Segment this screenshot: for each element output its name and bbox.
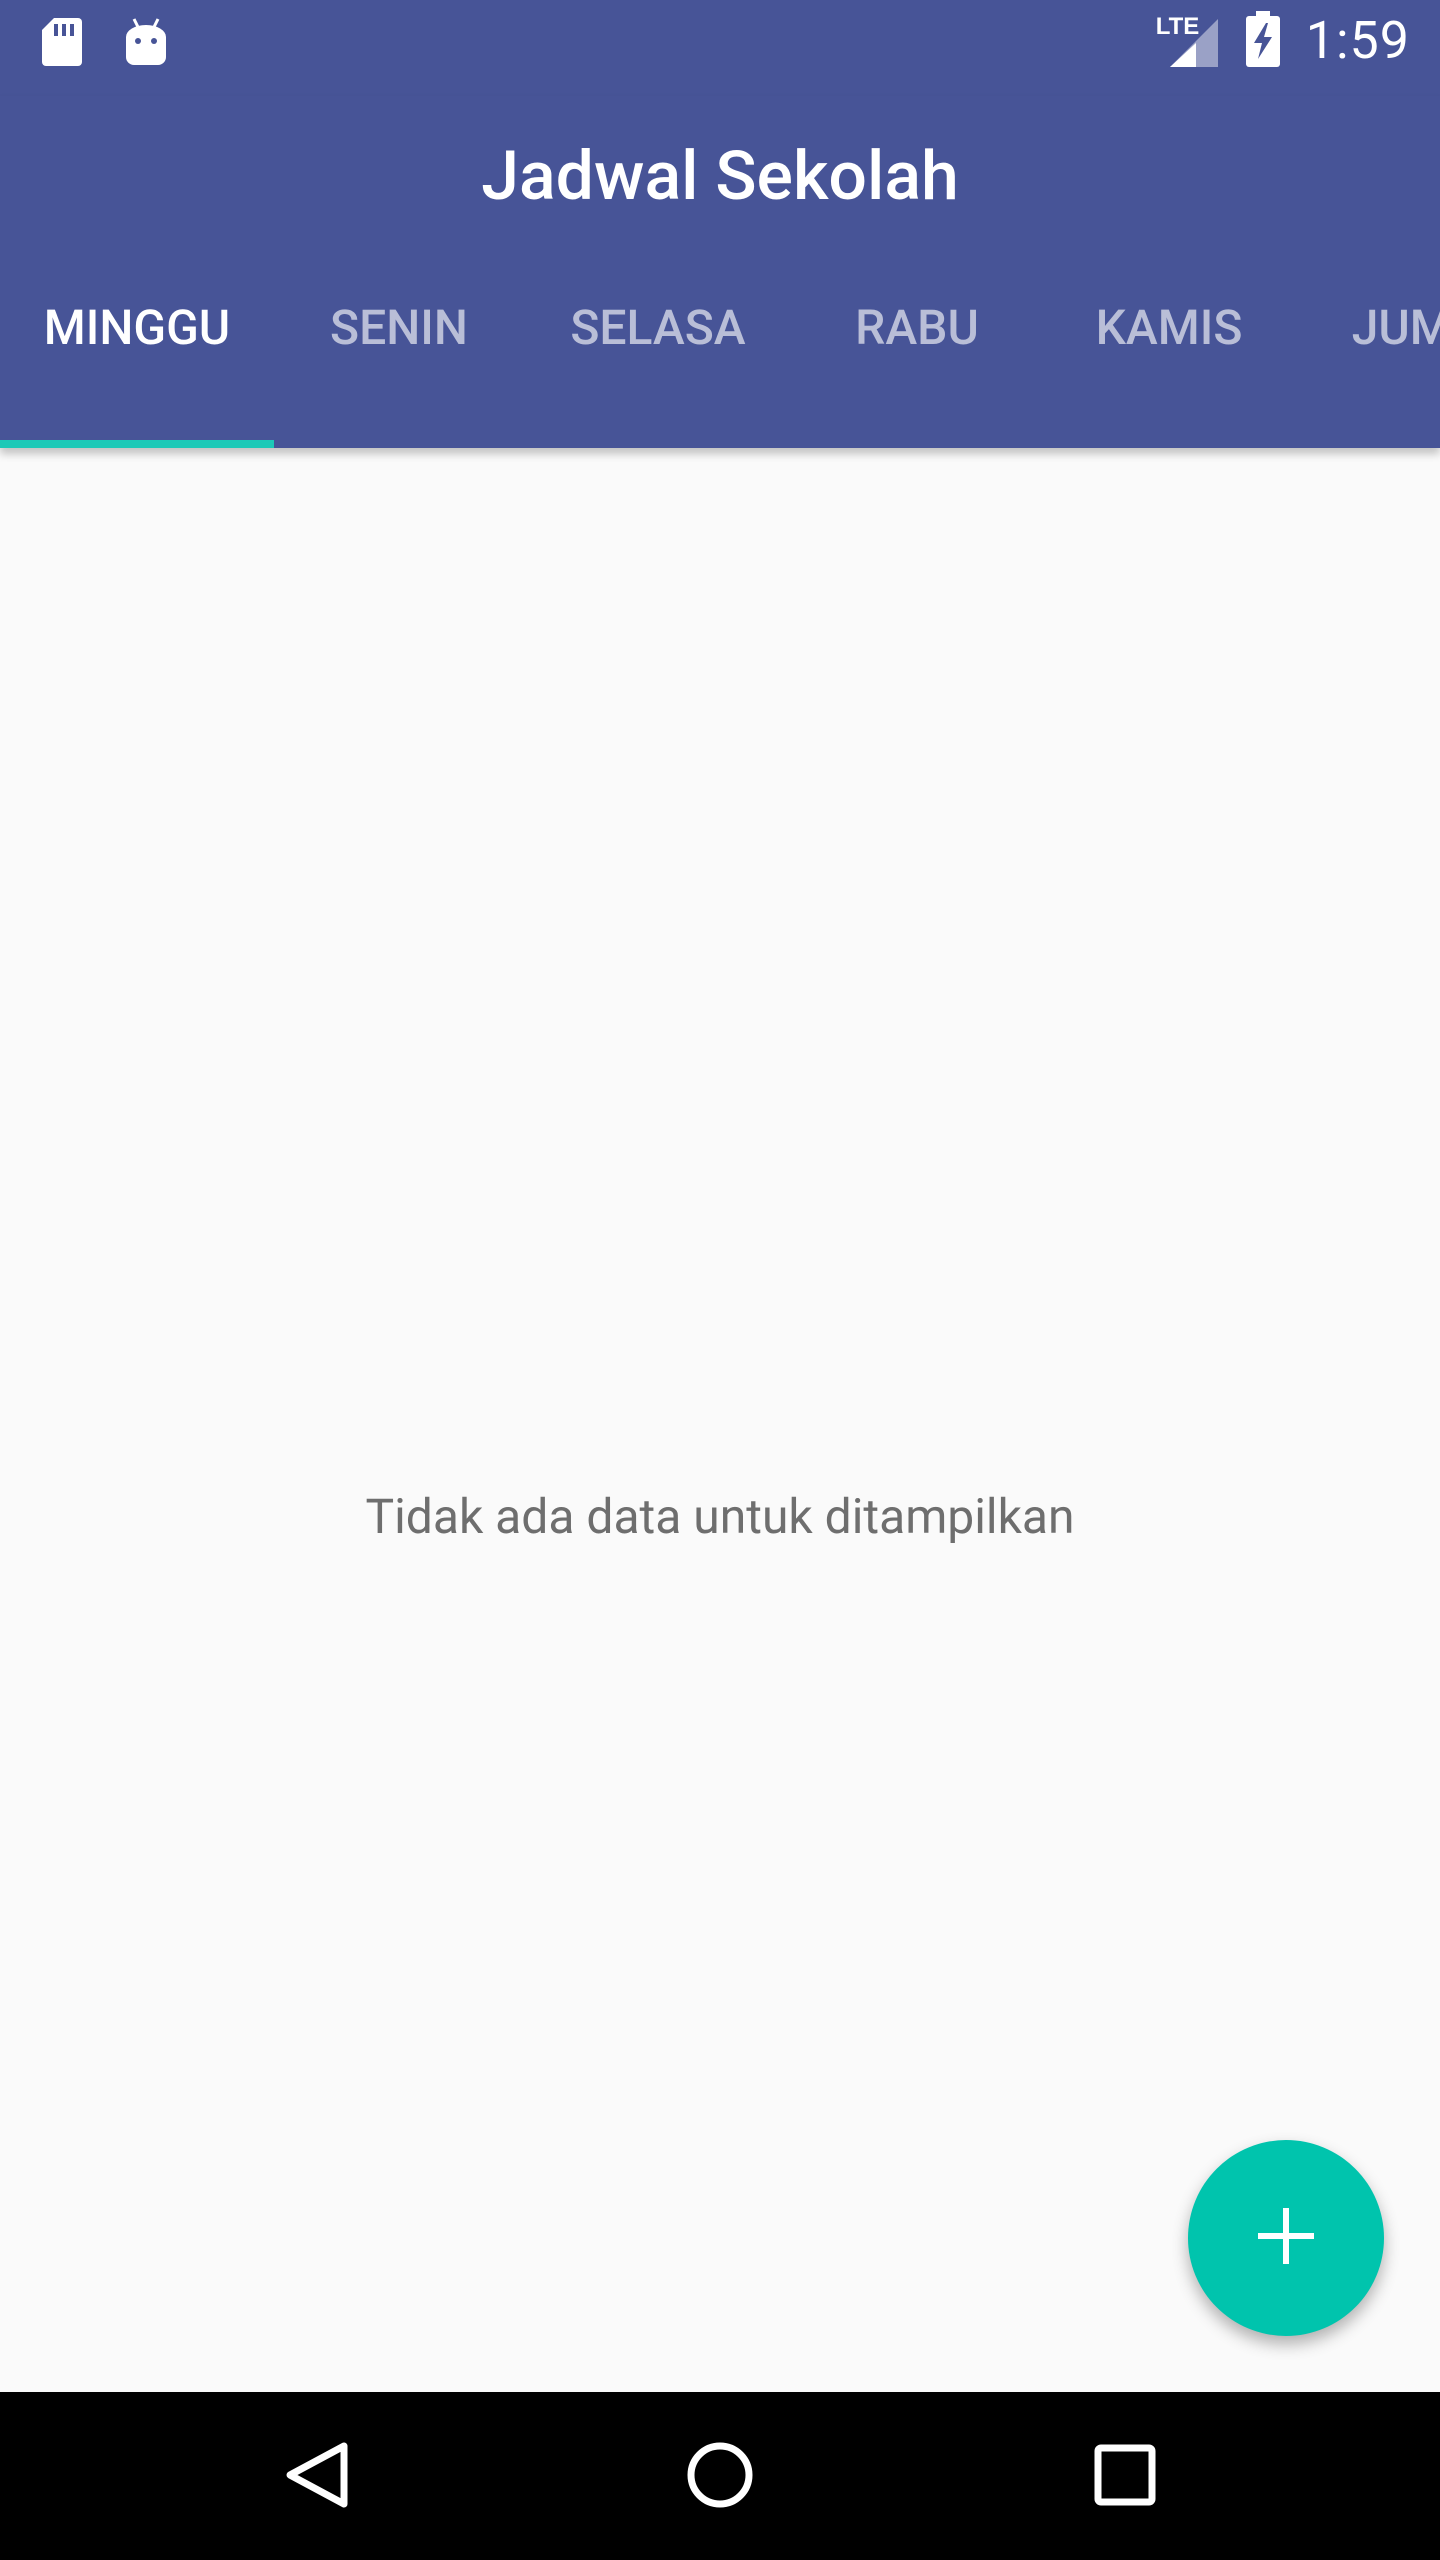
empty-state-message: Tidak ada data untuk ditampilkan bbox=[365, 1488, 1075, 1545]
tab-minggu[interactable]: MINGGU bbox=[0, 268, 274, 448]
tab-kamis[interactable]: KAMIS bbox=[1042, 268, 1296, 448]
recents-button[interactable] bbox=[1080, 2432, 1170, 2522]
tab-rabu[interactable]: RABU bbox=[792, 268, 1042, 448]
android-debug-icon bbox=[124, 17, 168, 71]
back-button[interactable] bbox=[272, 2432, 362, 2522]
home-icon bbox=[685, 2440, 755, 2514]
app-bar: Jadwal Sekolah MINGGU SENIN SELASA RABU … bbox=[0, 96, 1440, 448]
network-type-label: LTE bbox=[1155, 12, 1200, 40]
tab-selasa[interactable]: SELASA bbox=[524, 268, 792, 448]
tab-indicator bbox=[0, 440, 274, 448]
status-right: LTE 1:59 bbox=[1156, 10, 1410, 71]
tab-senin[interactable]: SENIN bbox=[274, 268, 524, 448]
home-button[interactable] bbox=[675, 2432, 765, 2522]
tab-jumat[interactable]: JUMAT bbox=[1296, 268, 1440, 448]
schedule-content: Tidak ada data untuk ditampilkan bbox=[0, 448, 1440, 2392]
battery-charging-icon bbox=[1245, 10, 1280, 71]
plus-icon bbox=[1258, 2208, 1314, 2268]
back-icon bbox=[282, 2440, 352, 2514]
day-tabs: MINGGU SENIN SELASA RABU KAMIS JUMAT bbox=[0, 268, 1440, 448]
status-time: 1:59 bbox=[1305, 10, 1410, 71]
navigation-bar bbox=[0, 2392, 1440, 2560]
status-bar: LTE 1:59 bbox=[0, 0, 1440, 96]
app-title: Jadwal Sekolah bbox=[481, 136, 959, 216]
recents-icon bbox=[1093, 2443, 1157, 2511]
lte-signal-icon: LTE bbox=[1156, 13, 1220, 69]
sd-card-icon bbox=[40, 16, 84, 72]
add-schedule-button[interactable] bbox=[1188, 2140, 1384, 2336]
status-left-icons bbox=[40, 16, 168, 72]
